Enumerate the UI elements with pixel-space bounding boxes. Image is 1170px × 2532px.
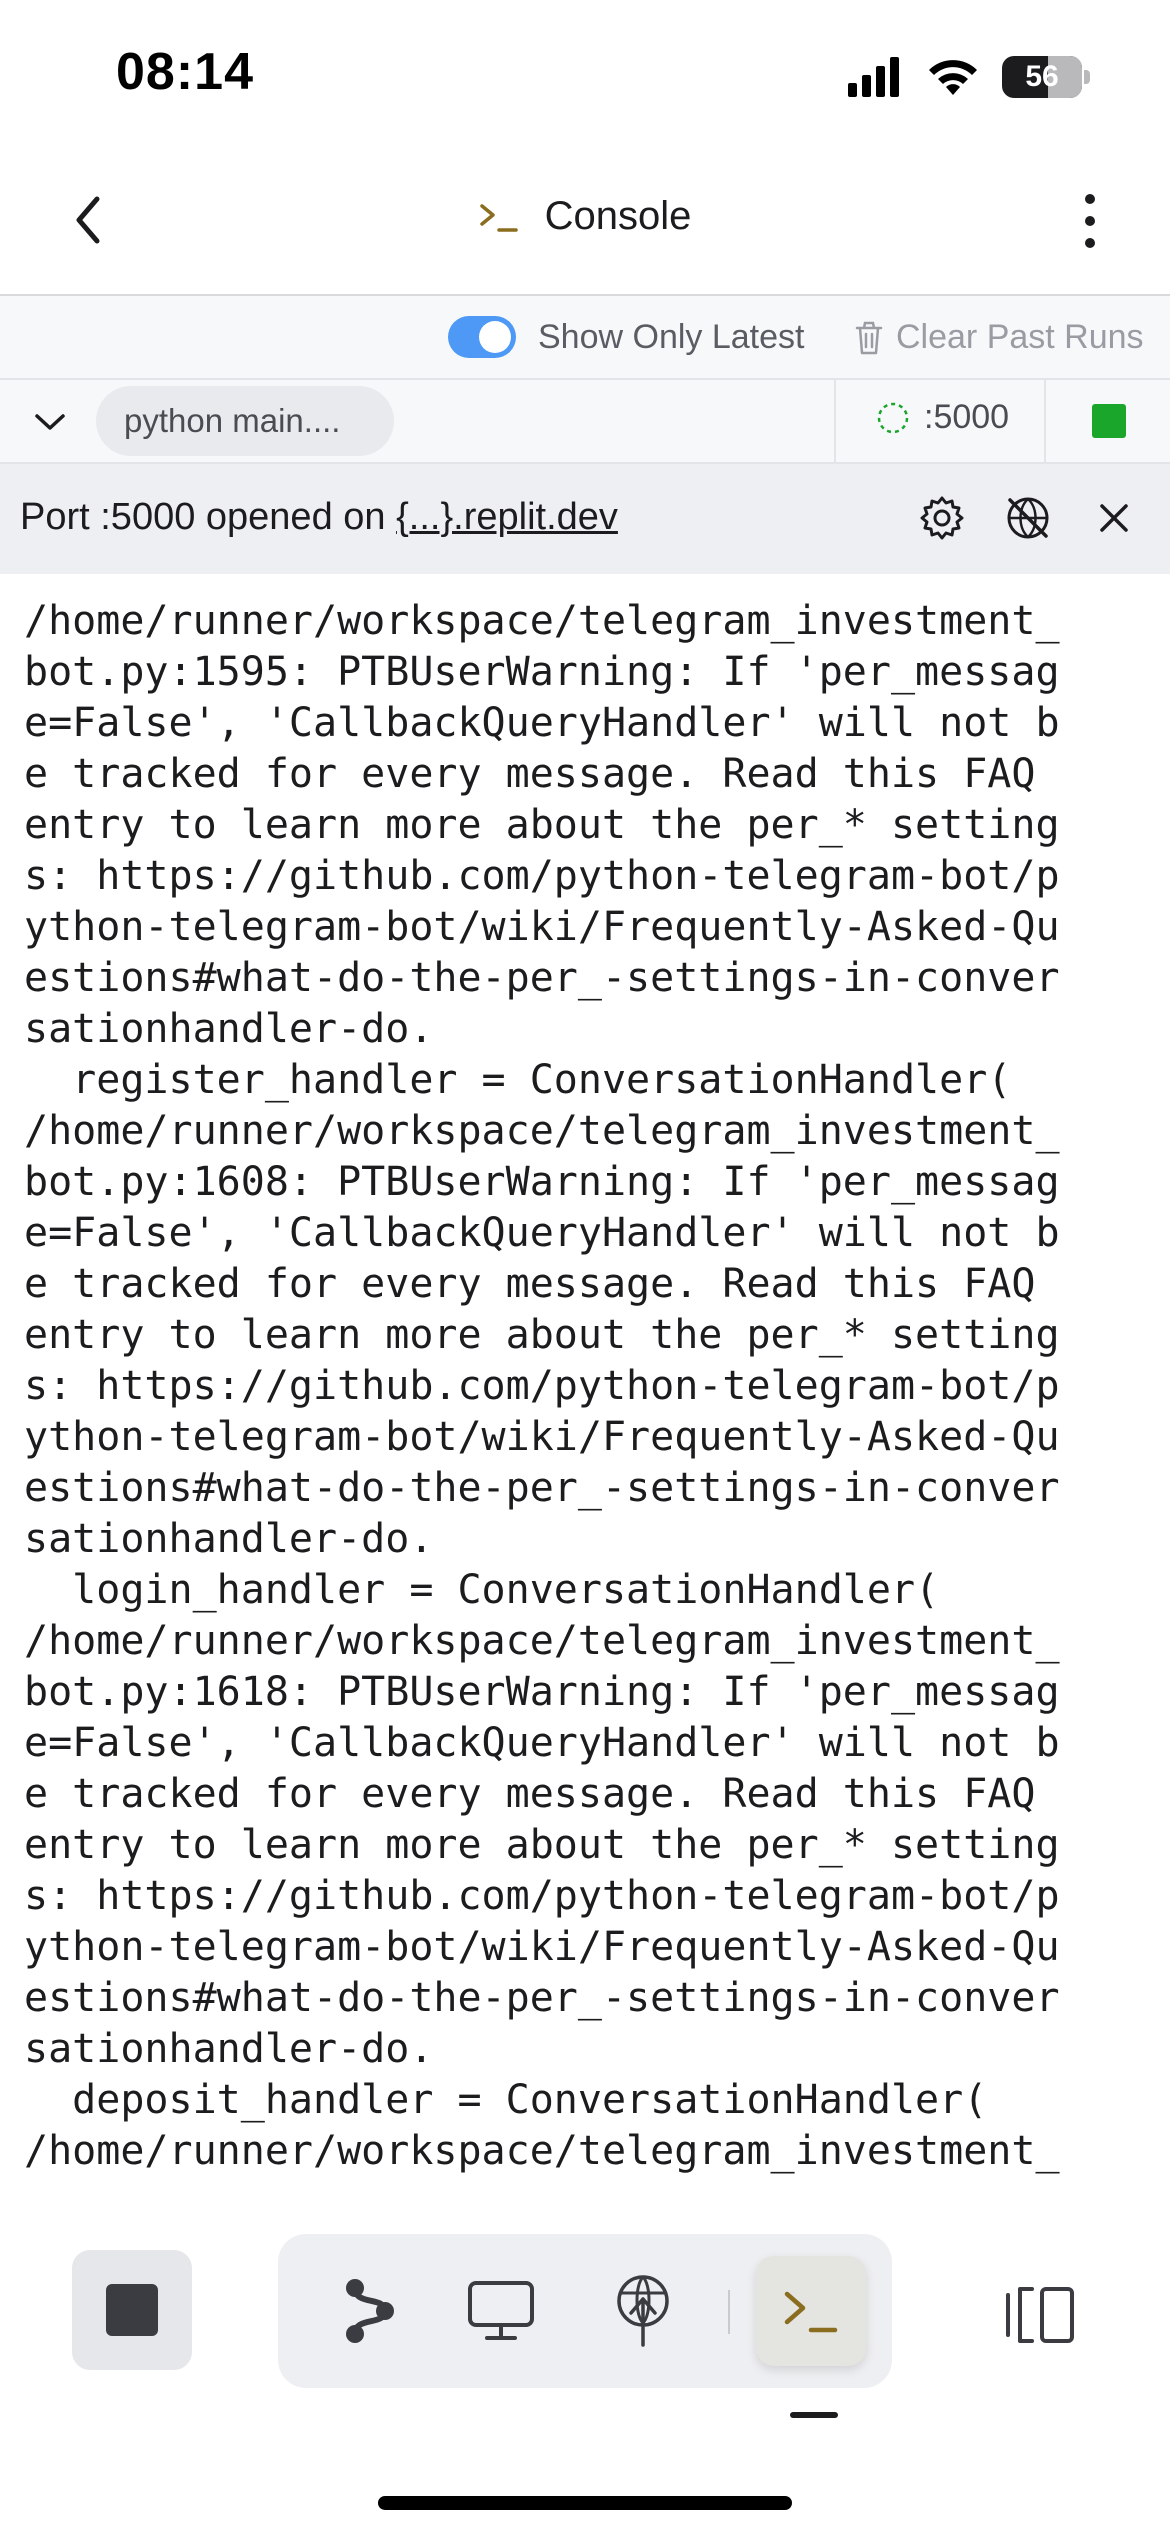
port-message: Port :5000 opened on {...}.replit.dev xyxy=(20,496,618,539)
banner-actions xyxy=(916,492,1140,544)
panel-layout-button[interactable] xyxy=(1000,2280,1080,2350)
divider xyxy=(834,380,836,464)
port-message-prefix: Port :5000 opened on xyxy=(20,496,397,538)
trash-icon xyxy=(855,321,883,354)
port-banner: Port :5000 opened on {...}.replit.dev xyxy=(0,464,1170,574)
deploy-antenna-icon xyxy=(617,2275,669,2347)
run-row: python main.... :5000 xyxy=(0,380,1170,464)
wifi-icon xyxy=(929,60,977,95)
port-status[interactable]: :5000 xyxy=(876,398,1009,437)
page-title-group: Console xyxy=(0,194,1170,239)
tab-console[interactable] xyxy=(756,2256,866,2366)
terminal-icon xyxy=(479,200,519,234)
bottom-toolbar xyxy=(0,2200,1170,2532)
hide-port-button[interactable] xyxy=(1002,492,1054,544)
port-url-link[interactable]: {...}.replit.dev xyxy=(396,496,618,538)
port-settings-button[interactable] xyxy=(916,492,968,544)
divider xyxy=(1044,380,1046,464)
gear-icon xyxy=(920,496,964,540)
tab-git[interactable] xyxy=(314,2256,424,2366)
running-status-indicator[interactable] xyxy=(1092,404,1126,438)
tab-webview[interactable] xyxy=(446,2256,556,2366)
console-output[interactable]: /home/runner/workspace/telegram_investme… xyxy=(24,596,1144,2188)
port-label: :5000 xyxy=(924,398,1010,436)
status-time: 08:14 xyxy=(116,43,254,101)
battery-icon: 56 xyxy=(1002,56,1082,98)
terminal-icon xyxy=(784,2291,838,2333)
active-tab-indicator xyxy=(790,2412,838,2418)
close-icon xyxy=(1100,504,1128,532)
tool-tabs xyxy=(278,2234,892,2388)
page-title: Console xyxy=(544,194,692,238)
globe-off-icon xyxy=(1007,497,1049,539)
clear-past-runs-button[interactable]: Clear Past Runs xyxy=(854,318,1144,357)
home-indicator[interactable] xyxy=(378,2496,792,2510)
run-command-chip[interactable]: python main.... xyxy=(96,386,394,456)
monitor-icon xyxy=(468,2281,534,2340)
console-toolbar: Show Only Latest Clear Past Runs xyxy=(0,296,1170,380)
console-log-text: /home/runner/workspace/telegram_investme… xyxy=(24,598,1060,2174)
more-vertical-icon xyxy=(1085,194,1095,248)
battery-level: 56 xyxy=(1025,60,1059,93)
cellular-signal-icon xyxy=(848,57,899,97)
app-header: Console xyxy=(0,150,1170,296)
status-icons: 56 xyxy=(848,56,1090,98)
battery-indicator: 56 xyxy=(1002,56,1090,98)
stop-button[interactable] xyxy=(72,2250,192,2370)
chevron-down-icon xyxy=(35,414,65,430)
more-options-button[interactable] xyxy=(1070,186,1110,256)
tab-divider xyxy=(728,2290,730,2334)
split-panel-icon xyxy=(1006,2287,1074,2343)
show-only-latest-toggle[interactable] xyxy=(448,316,516,358)
clear-past-runs-label: Clear Past Runs xyxy=(896,318,1144,356)
show-only-latest-label: Show Only Latest xyxy=(538,318,805,356)
stop-icon xyxy=(106,2284,158,2336)
status-bar: 08:14 56 xyxy=(0,0,1170,150)
tab-deployments[interactable] xyxy=(588,2256,698,2366)
loading-spinner-icon xyxy=(877,402,909,433)
git-branch-icon xyxy=(346,2279,394,2343)
collapse-run-button[interactable] xyxy=(30,402,70,442)
close-banner-button[interactable] xyxy=(1088,492,1140,544)
